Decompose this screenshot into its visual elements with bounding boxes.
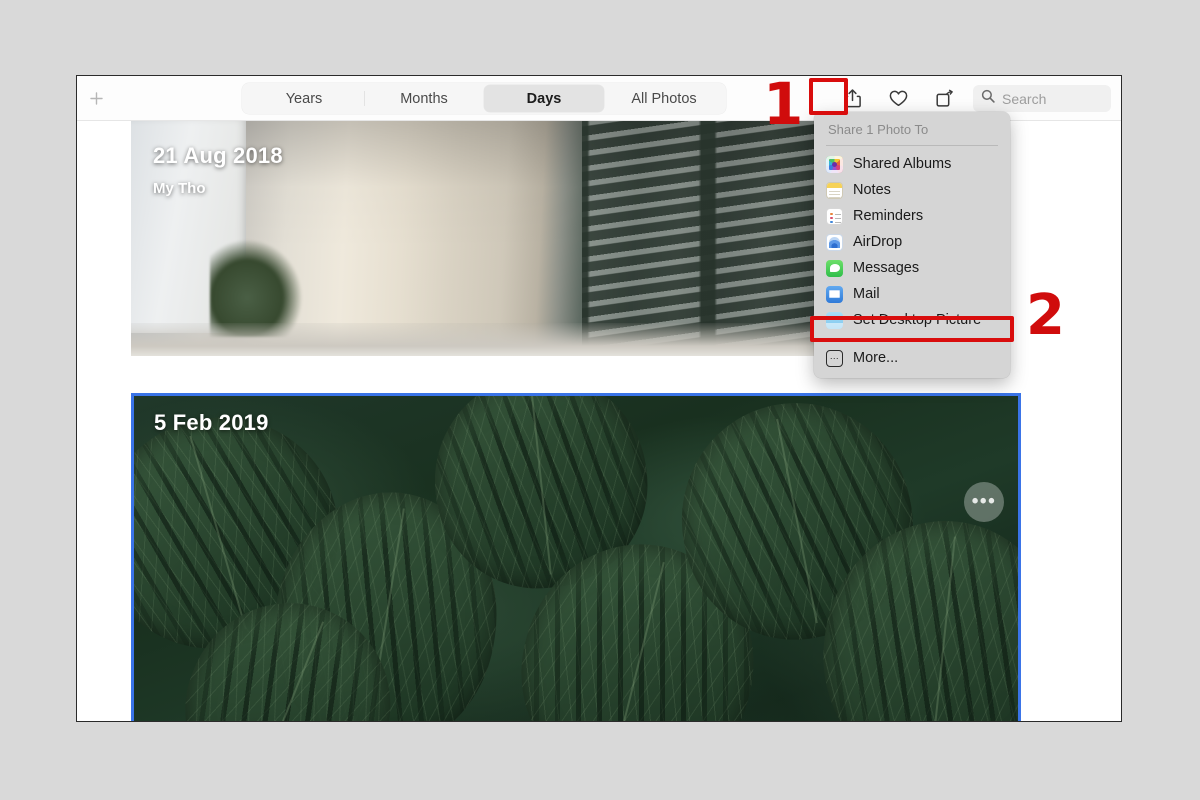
tab-days[interactable]: Days — [484, 85, 604, 112]
tab-days-label: Days — [526, 90, 562, 107]
airdrop-icon — [826, 233, 843, 251]
share-menu-header: Share 1 Photo To — [828, 122, 929, 137]
menu-item-notes-label: Notes — [853, 182, 891, 198]
tab-all-photos[interactable]: All Photos — [604, 85, 724, 112]
photo-overflow-label: ••• — [971, 491, 997, 512]
search-placeholder: Search — [1002, 90, 1047, 107]
menu-divider — [826, 145, 998, 146]
menu-item-messages-label: Messages — [853, 260, 920, 276]
menu-item-mail-label: Mail — [853, 286, 880, 302]
annotation-number-2: 2 — [1026, 283, 1065, 348]
menu-item-shared-albums-label: Shared Albums — [853, 156, 952, 172]
tab-years[interactable]: Years — [244, 85, 364, 112]
annotation-number-1: 1 — [763, 70, 804, 138]
menu-item-set-desktop-picture[interactable]: Set Desktop Picture — [814, 307, 1010, 333]
notes-icon — [826, 181, 843, 199]
screenshot-canvas: Years Months Days All Photos Search 21 A… — [0, 0, 1200, 800]
menu-item-set-desktop-picture-label: Set Desktop Picture — [853, 312, 982, 328]
search-icon — [981, 89, 995, 108]
menu-item-reminders[interactable]: Reminders — [814, 203, 1010, 229]
reminders-icon — [826, 207, 843, 225]
menu-item-shared-albums[interactable]: Shared Albums — [814, 151, 1010, 177]
shared-albums-icon — [826, 155, 843, 173]
plus-icon[interactable] — [85, 87, 107, 109]
share-menu: Share 1 Photo To Shared Albums Notes Rem… — [814, 112, 1010, 378]
street-shutter-frame — [582, 121, 847, 356]
tab-months[interactable]: Months — [364, 85, 484, 112]
menu-item-more[interactable]: ⋯ More... — [814, 345, 1010, 371]
tab-months-label: Months — [400, 90, 448, 107]
tab-all-photos-label: All Photos — [631, 90, 697, 107]
menu-item-mail[interactable]: Mail — [814, 281, 1010, 307]
menu-item-notes[interactable]: Notes — [814, 177, 1010, 203]
mail-icon — [826, 285, 843, 303]
desktop-picture-icon — [826, 311, 843, 329]
menu-item-airdrop[interactable]: AirDrop — [814, 229, 1010, 255]
messages-icon — [826, 259, 843, 277]
street-ground — [131, 323, 847, 356]
photo-thumbnail-street[interactable]: 21 Aug 2018 My Tho — [131, 121, 847, 356]
photo-overflow-button[interactable]: ••• — [964, 482, 1004, 522]
tab-years-label: Years — [285, 90, 323, 107]
menu-item-airdrop-label: AirDrop — [853, 234, 903, 250]
menu-divider — [826, 339, 998, 340]
menu-item-more-label: More... — [853, 350, 899, 366]
menu-item-messages[interactable]: Messages — [814, 255, 1010, 281]
photo-thumbnail-leaves-selected[interactable]: 5 Feb 2019 ••• — [131, 393, 1021, 721]
menu-item-reminders-label: Reminders — [853, 208, 924, 224]
search-input[interactable]: Search — [973, 85, 1111, 112]
more-ellipsis-icon: ⋯ — [826, 349, 843, 367]
view-mode-segmented-control[interactable]: Years Months Days All Photos — [242, 83, 726, 114]
